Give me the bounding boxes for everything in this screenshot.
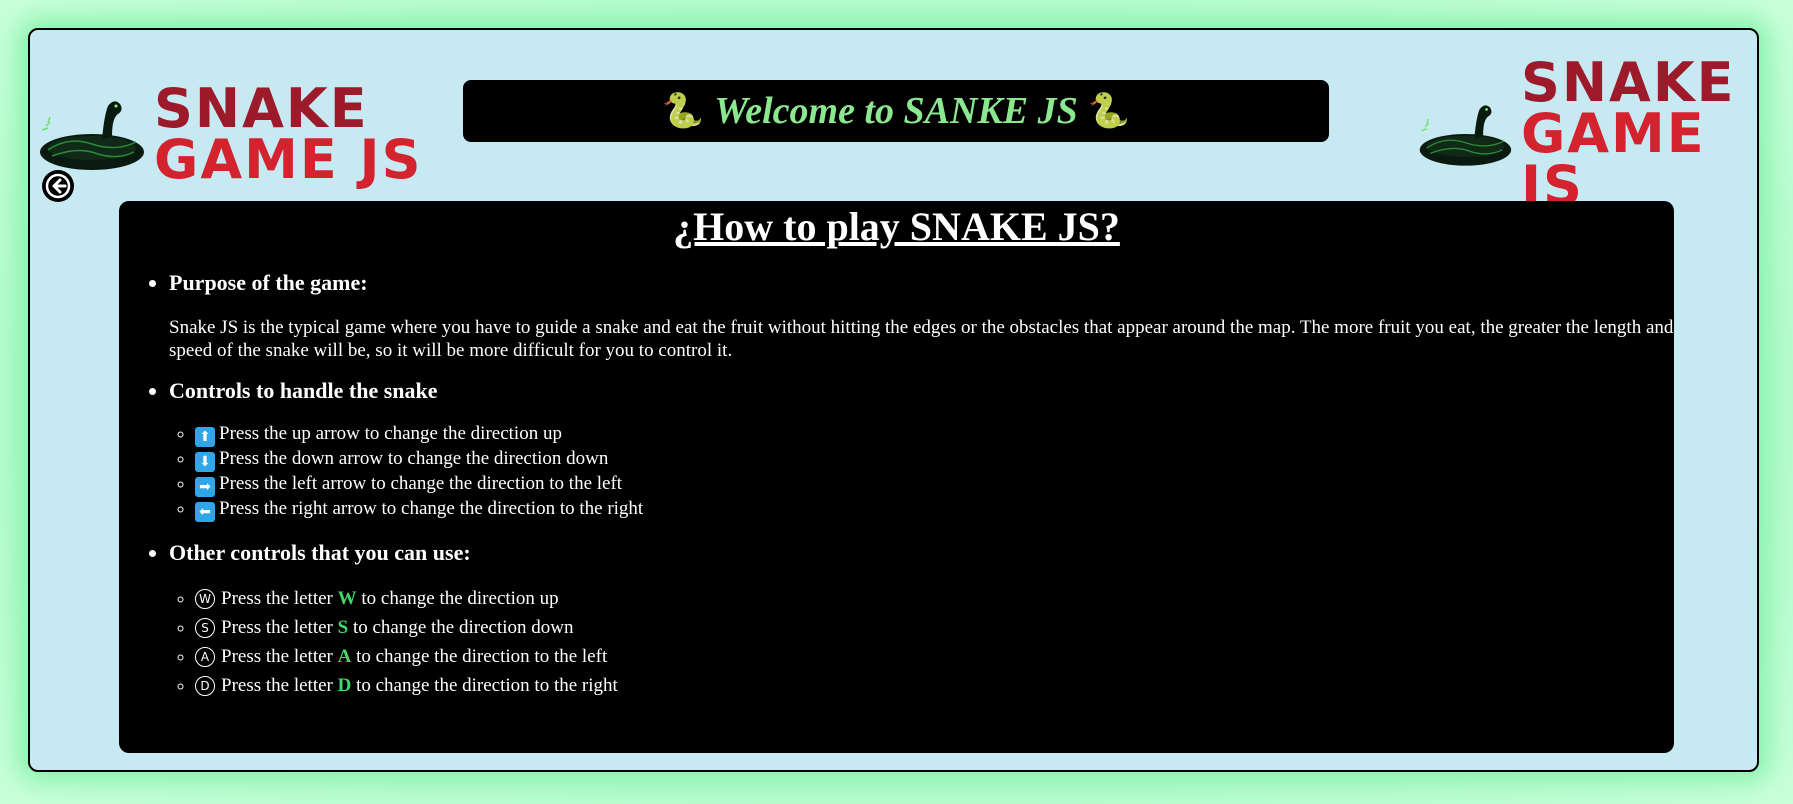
control-text: to change the direction down xyxy=(352,617,574,638)
snake-coil-icon xyxy=(40,101,144,170)
arrow-right-key-icon: ➡ xyxy=(195,477,215,497)
control-text: to change the direction to the right xyxy=(356,675,618,696)
letter-key: D xyxy=(337,675,352,696)
logo-wordmark: SNAKE GAME JS xyxy=(1520,51,1757,217)
welcome-banner: 🐍 Welcome to SANKE JS 🐍 xyxy=(463,80,1329,142)
circled-d-icon: D xyxy=(195,676,215,696)
control-text: Press the letter xyxy=(221,646,333,667)
list-item: SPress the letter S to change the direct… xyxy=(195,613,1674,642)
instructions-title: ¿How to play SNAKE JS? xyxy=(673,204,1120,249)
instructions-panel: ¿How to play SNAKE JS? Purpose of the ga… xyxy=(119,201,1674,753)
list-item: APress the letter A to change the direct… xyxy=(195,642,1674,671)
arrow-left-circle-icon xyxy=(45,173,71,199)
snake-logo-left: SNAKE GAME JS xyxy=(38,68,423,200)
letter-controls-list: WPress the letter W to change the direct… xyxy=(145,584,1674,700)
welcome-title: Welcome to SANKE JS xyxy=(714,90,1078,132)
section-other-controls: Other controls that you can use: WPress … xyxy=(169,540,1674,700)
purpose-text: Snake JS is the typical game where you h… xyxy=(169,317,1674,361)
letter-key: S xyxy=(337,617,349,638)
game-frame: SNAKE GAME JS 🐍 Welcome to SANKE JS 🐍 SN… xyxy=(28,28,1759,772)
arrow-controls-list: ⬆Press the up arrow to change the direct… xyxy=(145,422,1674,522)
letter-key: A xyxy=(337,646,352,667)
control-text: to change the direction up xyxy=(361,588,559,609)
back-button[interactable] xyxy=(42,170,74,202)
logo-line2: GAME JS xyxy=(1520,102,1706,217)
snake-emoji-left-icon: 🐍 xyxy=(661,93,705,130)
circled-a-icon: A xyxy=(195,647,215,667)
letter-key: W xyxy=(337,588,357,609)
section-heading: Controls to handle the snake xyxy=(169,378,438,403)
control-text: Press the letter xyxy=(221,675,333,696)
list-item: WPress the letter W to change the direct… xyxy=(195,584,1674,613)
control-text: Press the left arrow to change the direc… xyxy=(219,473,623,494)
control-text: Press the letter xyxy=(221,588,333,609)
arrow-down-key-icon: ⬇ xyxy=(195,452,215,472)
list-item: ⬅Press the right arrow to change the dir… xyxy=(195,497,1674,522)
logo-line1: SNAKE xyxy=(1520,51,1736,115)
list-item: ⬆Press the up arrow to change the direct… xyxy=(195,422,1674,447)
instructions-list: Purpose of the game: Snake JS is the typ… xyxy=(119,270,1674,700)
snake-logo-right: SNAKE GAME JS xyxy=(1418,55,1757,212)
section-heading: Purpose of the game: xyxy=(169,270,368,295)
logo-line2: GAME JS xyxy=(154,128,423,191)
list-item: ➡Press the left arrow to change the dire… xyxy=(195,472,1674,497)
circled-s-icon: S xyxy=(195,618,215,638)
arrow-up-key-icon: ⬆ xyxy=(195,427,215,447)
snake-emoji-right-icon: 🐍 xyxy=(1087,93,1131,130)
section-heading: Other controls that you can use: xyxy=(169,540,471,565)
control-text: Press the up arrow to change the directi… xyxy=(219,423,562,444)
arrow-left-key-icon: ⬅ xyxy=(195,502,215,522)
circled-w-icon: W xyxy=(195,589,215,609)
section-controls: Controls to handle the snake ⬆Press the … xyxy=(169,378,1674,522)
control-text: Press the right arrow to change the dire… xyxy=(219,498,644,519)
control-text: Press the letter xyxy=(221,617,333,638)
control-text: to change the direction to the left xyxy=(356,646,608,667)
list-item: ⬇Press the down arrow to change the dire… xyxy=(195,447,1674,472)
section-purpose: Purpose of the game: Snake JS is the typ… xyxy=(169,270,1674,362)
control-text: Press the down arrow to change the direc… xyxy=(219,448,609,469)
list-item: DPress the letter D to change the direct… xyxy=(195,671,1674,700)
logo-wordmark: SNAKE GAME JS xyxy=(154,76,423,191)
snake-coil-icon xyxy=(1419,105,1512,166)
logo-line1: SNAKE xyxy=(154,76,369,140)
